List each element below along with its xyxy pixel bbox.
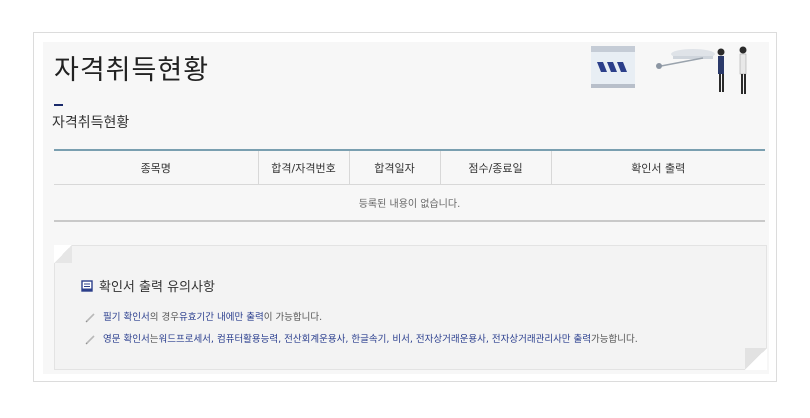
notice-title: 확인서 출력 유의사항 [99, 280, 215, 295]
notice-header: 확인서 출력 유의사항 [81, 276, 215, 295]
page-title: 자격취득현황 [54, 55, 210, 86]
column-header-item-name: 종목명 [54, 150, 258, 185]
notice-item-text: 는 [149, 334, 159, 345]
column-header-score-end-date: 점수/종료일 [439, 150, 551, 185]
column-header-certificate-print: 확인서 출력 [550, 150, 765, 185]
content-panel: 자격취득현황 자격취득현황 종목명 합격/자격번호 합격일자 점수/종료일 확인… [43, 42, 769, 374]
column-header-pass-number: 합격/자격번호 [257, 150, 349, 185]
notice-item-text: 가능합니다. [591, 334, 638, 345]
notice-item-text: 의 경우 [149, 312, 179, 323]
qualification-table: 종목명 합격/자격번호 합격일자 점수/종료일 확인서 출력 등록된 내용이 없… [54, 149, 765, 222]
content-frame: 자격취득현황 자격취득현황 종목명 합격/자격번호 합격일자 점수/종료일 확인… [33, 32, 777, 382]
notice-list: 필기 확인서 의 경우 유효기간 내에만 출력 이 가능합니다. 영문 확인서 … [85, 307, 638, 351]
notice-item: 영문 확인서 는 워드프로세서, 컴퓨터활용능력, 전산회계운용사, 한글속기,… [85, 329, 638, 351]
header-illustration [591, 46, 747, 94]
notice-item-highlight: 워드프로세서, 컴퓨터활용능력, 전산회계운용사, 한글속기, 비서, 전자상거… [158, 334, 592, 345]
notice-corner-fold-bottom [745, 348, 767, 370]
notice-item: 필기 확인서 의 경우 유효기간 내에만 출력 이 가능합니다. [85, 307, 638, 329]
book-icon [81, 279, 93, 292]
notice-item-text: 이 가능합니다. [263, 312, 323, 323]
pencil-icon [85, 313, 95, 323]
notice-corner-fold [54, 245, 72, 263]
table-header-row: 종목명 합격/자격번호 합격일자 점수/종료일 확인서 출력 [54, 150, 765, 185]
notice-item-subject: 필기 확인서 [103, 312, 150, 323]
section-title: 자격취득현황 [52, 115, 130, 131]
empty-table-message: 등록된 내용이 없습니다. [54, 184, 765, 222]
title-underline [54, 104, 63, 106]
notice-box: 확인서 출력 유의사항 필기 확인서 의 경우 유효기간 내에만 출력 이 가능… [54, 245, 767, 370]
notice-item-subject: 영문 확인서 [103, 334, 150, 345]
notice-item-highlight: 유효기간 내에만 출력 [178, 312, 264, 323]
table-row: 등록된 내용이 없습니다. [54, 184, 765, 222]
column-header-pass-date: 합격일자 [348, 150, 440, 185]
pencil-icon [85, 335, 95, 345]
